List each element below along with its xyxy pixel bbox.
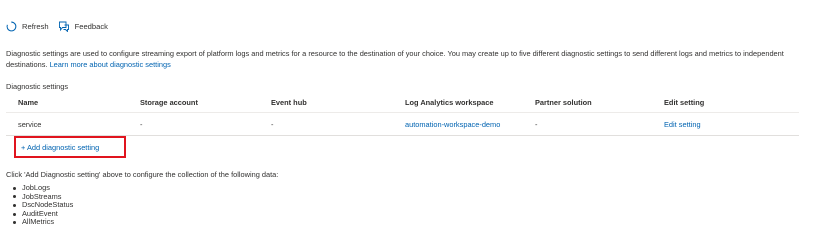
bullet-icon [13,212,16,216]
refresh-label: Refresh [22,21,49,31]
add-diagnostic-setting-button[interactable]: + Add diagnostic setting [14,136,126,158]
refresh-icon [6,20,17,31]
cell-event-hub: - [271,119,274,129]
bullet-icon [13,221,16,225]
diagnostic-settings-table: Name Storage account Event hub Log Analy… [6,93,799,136]
bullet-icon [13,203,16,207]
feedback-icon [58,21,69,32]
feedback-label: Feedback [74,21,108,31]
header-storage-account: Storage account [140,98,198,107]
add-diagnostic-setting-label: + Add diagnostic setting [21,142,100,152]
bullet-icon [13,195,16,199]
header-event-hub: Event hub [271,98,307,107]
cell-storage-account: - [140,119,143,129]
feedback-button[interactable]: Feedback [58,21,108,32]
table-row: service - - automation-workspace-demo - … [6,113,799,136]
bullet-icon [13,186,16,190]
section-title: Diagnostic settings [6,82,69,91]
header-edit-setting: Edit setting [664,98,705,107]
list-item-label: AllMetrics [22,217,55,227]
learn-more-link[interactable]: Learn more about diagnostic settings [50,60,171,69]
header-log-analytics-workspace: Log Analytics workspace [405,98,494,107]
header-partner-solution: Partner solution [535,98,592,107]
cell-partner-solution: - [535,119,538,129]
data-category-list: JobLogs JobStreams DscNodeStatus AuditEv… [13,183,73,227]
list-item: AllMetrics [13,218,73,227]
table-header: Name Storage account Event hub Log Analy… [6,93,799,113]
refresh-button[interactable]: Refresh [6,20,49,32]
edit-setting-link[interactable]: Edit setting [664,120,799,129]
hint-text: Click 'Add Diagnostic setting' above to … [6,170,279,179]
cell-name: service [18,119,42,129]
header-name: Name [18,98,39,107]
command-bar: Refresh Feedback [6,19,117,33]
description: Diagnostic settings are used to configur… [6,49,818,70]
workspace-link[interactable]: automation-workspace-demo [405,120,535,129]
